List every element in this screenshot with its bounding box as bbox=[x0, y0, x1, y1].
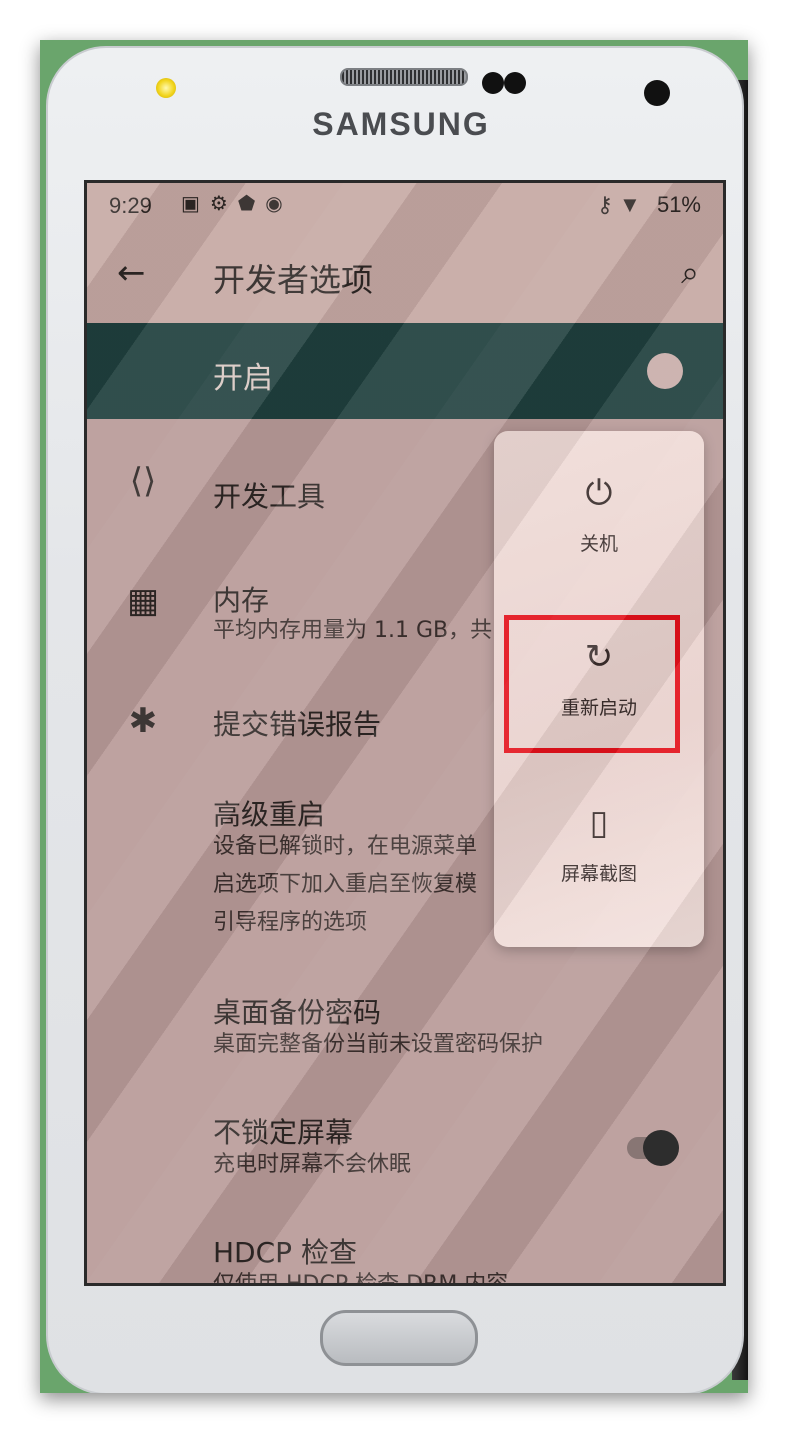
home-button[interactable] bbox=[320, 1310, 478, 1366]
master-switch-bar[interactable]: 开启 bbox=[87, 323, 723, 419]
setting-title: 高级重启 bbox=[213, 798, 326, 831]
setting-summary: 平均内存用量为 1.1 GB，共 bbox=[213, 618, 493, 643]
setting-item-backup-password[interactable]: 桌面备份密码 桌面完整备份当前未设置密码保护 bbox=[87, 983, 723, 1063]
setting-title: HDCP 检查 bbox=[213, 1236, 357, 1269]
bug-icon: ✱ bbox=[128, 701, 158, 741]
notification-led bbox=[156, 78, 176, 98]
master-switch-toggle[interactable] bbox=[647, 353, 683, 389]
light-sensor bbox=[504, 72, 526, 94]
setting-summary: 充电时屏幕不会休眠 bbox=[213, 1152, 412, 1177]
setting-title: 开发工具 bbox=[213, 480, 326, 513]
setting-summary: 桌面完整备份当前未设置密码保护 bbox=[213, 1032, 544, 1057]
front-camera bbox=[644, 80, 670, 106]
back-arrow-icon[interactable]: ← bbox=[117, 253, 146, 293]
power-off-button[interactable]: ⏻ 关机 bbox=[494, 441, 704, 601]
developer-tools-icon: ⟨⟩ bbox=[129, 461, 157, 501]
status-time: 9:29 bbox=[109, 193, 152, 218]
status-bar: 9:29 ▣⚙⬟◉ ⚷ ▼ 51% bbox=[87, 183, 723, 227]
earpiece-speaker bbox=[340, 68, 468, 86]
phone-screen: 9:29 ▣⚙⬟◉ ⚷ ▼ 51% ← 开发者选项 ⌕ 开启 ⟨⟩ 开发工具 ▦… bbox=[84, 180, 726, 1286]
screenshot-button[interactable]: ▯ 屏幕截图 bbox=[494, 771, 704, 931]
setting-summary-line: 设备已解锁时，在电源菜单 bbox=[213, 834, 478, 859]
photo-backdrop: SAMSUNG 9:29 ▣⚙⬟◉ ⚷ ▼ 51% ← 开发者选项 ⌕ 开启 ⟨… bbox=[40, 40, 748, 1393]
restart-highlight-box bbox=[504, 615, 680, 753]
search-icon[interactable]: ⌕ bbox=[681, 253, 699, 292]
setting-item-hdcp[interactable]: HDCP 检查 仅使用 HDCP 检查 DRM 内容 bbox=[87, 1223, 723, 1286]
setting-summary-line: 引导程序的选项 bbox=[213, 910, 368, 935]
setting-summary: 仅使用 HDCP 检查 DRM 内容 bbox=[213, 1272, 509, 1286]
screenshot-label: 屏幕截图 bbox=[560, 863, 637, 885]
page-title: 开发者选项 bbox=[213, 261, 374, 299]
setting-title: 不锁定屏幕 bbox=[213, 1116, 354, 1149]
power-icon: ⏻ bbox=[585, 473, 613, 513]
brand-logo: SAMSUNG bbox=[312, 106, 490, 142]
proximity-sensor bbox=[482, 72, 504, 94]
vpn-wifi-icons: ⚷ ▼ bbox=[596, 192, 641, 217]
setting-item-stay-awake[interactable]: 不锁定屏幕 充电时屏幕不会休眠 bbox=[87, 1103, 723, 1183]
app-bar: ← 开发者选项 ⌕ bbox=[87, 227, 723, 323]
status-right: ⚷ ▼ 51% bbox=[587, 192, 701, 218]
screenshot-icon: ▯ bbox=[589, 803, 609, 843]
setting-title: 提交错误报告 bbox=[213, 708, 382, 741]
setting-title: 桌面备份密码 bbox=[213, 996, 382, 1029]
setting-summary-line: 启选项下加入重启至恢复模 bbox=[213, 872, 478, 897]
power-off-label: 关机 bbox=[579, 533, 618, 555]
battery-percent: 51% bbox=[656, 192, 701, 217]
stay-awake-toggle-knob[interactable] bbox=[643, 1130, 679, 1166]
master-switch-label: 开启 bbox=[213, 361, 273, 396]
phone-body: SAMSUNG 9:29 ▣⚙⬟◉ ⚷ ▼ 51% ← 开发者选项 ⌕ 开启 ⟨… bbox=[46, 46, 744, 1393]
memory-chip-icon: ▦ bbox=[126, 581, 160, 621]
status-notification-icons: ▣⚙⬟◉ bbox=[181, 193, 293, 215]
